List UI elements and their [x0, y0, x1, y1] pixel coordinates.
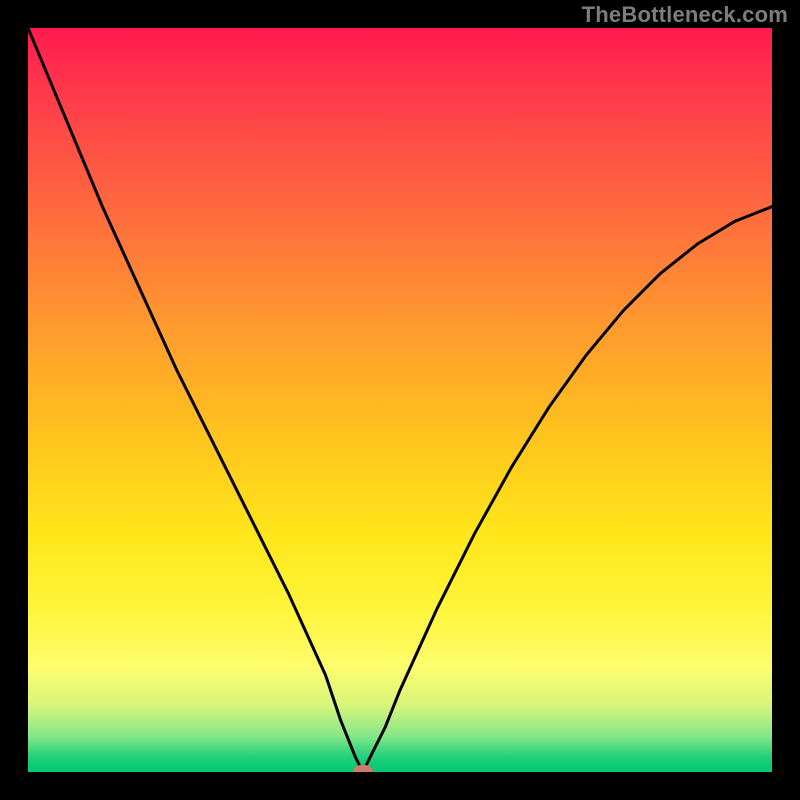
bottleneck-curve [28, 28, 772, 772]
plot-area [28, 28, 772, 772]
optimal-point-marker [353, 765, 373, 772]
watermark-text: TheBottleneck.com [582, 2, 788, 28]
chart-container: TheBottleneck.com [0, 0, 800, 800]
